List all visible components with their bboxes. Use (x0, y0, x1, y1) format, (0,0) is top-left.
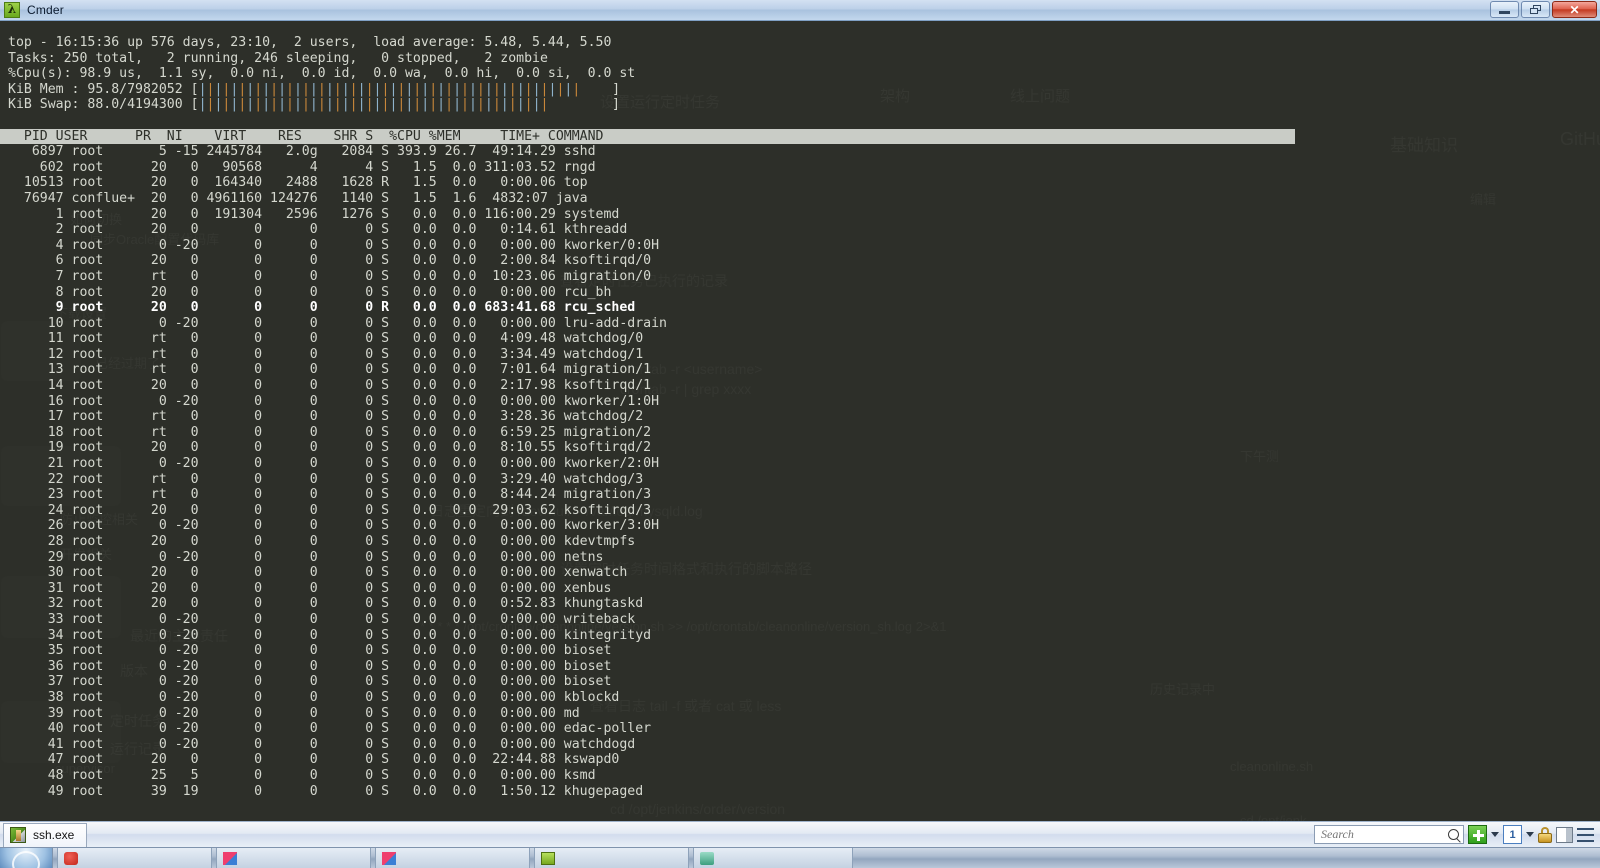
table-row: 30 root 20 0 0 0 0 S 0.0 0.0 0:00.00 xen… (8, 565, 628, 581)
terminal-text: top - 16:15:36 up 576 days, 23:10, 2 use… (0, 21, 1600, 799)
table-row: 19 root 20 0 0 0 0 S 0.0 0.0 8:10.55 kso… (8, 440, 652, 456)
app-green-icon (541, 851, 555, 865)
app-pink-icon (382, 851, 396, 865)
table-row: 28 root 20 0 0 0 0 S 0.0 0.0 0:00.00 kde… (8, 534, 636, 549)
minimize-button[interactable] (1490, 1, 1519, 18)
taskbar-item[interactable] (216, 848, 371, 868)
app-red-icon (64, 851, 78, 865)
hamburger-menu-icon[interactable] (1577, 827, 1594, 842)
table-row: 36 root 0 -20 0 0 0 S 0.0 0.0 0:00.00 bi… (8, 658, 612, 674)
table-row: 8 root 20 0 0 0 0 S 0.0 0.0 0:00.00 rcu_… (8, 284, 612, 300)
top-summary-line-3: %Cpu(s): 98.9 us, 1.1 sy, 0.0 ni, 0.0 id… (8, 66, 636, 82)
table-row: 35 root 0 -20 0 0 0 S 0.0 0.0 0:00.00 bi… (8, 643, 612, 659)
table-row: 7 root rt 0 0 0 0 S 0.0 0.0 10:23.06 mig… (8, 268, 652, 284)
table-row: 29 root 0 -20 0 0 0 S 0.0 0.0 0:00.00 ne… (8, 549, 604, 565)
cmder-window: λ Cmder ✕ 设置运行定时任务架构线上问题基础知识GitHub查看定时任务… (0, 0, 1600, 868)
terminal-icon (10, 827, 26, 843)
table-row: 18 root rt 0 0 0 0 S 0.0 0.0 6:59.25 mig… (8, 424, 652, 440)
table-row: 47 root 20 0 0 0 0 S 0.0 0.0 22:44.88 ks… (8, 752, 620, 768)
console-tab-ssh[interactable]: ssh.exe (3, 822, 88, 847)
new-console-chevron-down-icon[interactable] (1491, 832, 1499, 837)
process-table-header: PID USER PR NI VIRT RES SHR S %CPU %MEM … (0, 128, 1295, 145)
table-row: 21 root 0 -20 0 0 0 S 0.0 0.0 0:00.00 kw… (8, 456, 660, 472)
table-row: 34 root 0 -20 0 0 0 S 0.0 0.0 0:00.00 ki… (8, 627, 652, 643)
taskbar-item[interactable] (375, 848, 530, 868)
table-row: 22 root rt 0 0 0 0 S 0.0 0.0 3:29.40 wat… (8, 471, 644, 487)
lock-icon[interactable] (1538, 826, 1552, 843)
app-pink-icon (223, 851, 237, 865)
table-row: 33 root 0 -20 0 0 0 S 0.0 0.0 0:00.00 wr… (8, 611, 636, 627)
terminal-surface[interactable]: 设置运行定时任务架构线上问题基础知识GitHub查看定时任务已执行的记录cron… (0, 21, 1600, 821)
new-console-button[interactable] (1468, 825, 1487, 844)
table-row: 17 root rt 0 0 0 0 S 0.0 0.0 3:28.36 wat… (8, 409, 644, 425)
windows-taskbar (0, 847, 1600, 868)
table-row: 40 root 0 -20 0 0 0 S 0.0 0.0 0:00.00 ed… (8, 721, 652, 737)
table-row: 602 root 20 0 90568 4 4 S 1.5 0.0 311:03… (8, 159, 596, 175)
table-row: 10 root 0 -20 0 0 0 S 0.0 0.0 0:00.00 lr… (8, 315, 667, 331)
table-row: 48 root 25 5 0 0 0 S 0.0 0.0 0:00.00 ksm… (8, 767, 596, 783)
table-row: 24 root 20 0 0 0 0 S 0.0 0.0 29:03.62 ks… (8, 502, 652, 518)
top-summary-line-2: Tasks: 250 total, 2 running, 246 sleepin… (8, 50, 548, 66)
table-row: 6897 root 5 -15 2445784 2.0g 2084 S 393.… (8, 144, 596, 160)
table-row: 49 root 39 19 0 0 0 S 0.0 0.0 1:50.12 kh… (8, 783, 644, 799)
window-controls: ✕ (1490, 1, 1597, 18)
restore-icon (1529, 4, 1542, 15)
table-row: 41 root 0 -20 0 0 0 S 0.0 0.0 0:00.00 wa… (8, 736, 636, 752)
start-orb-icon[interactable] (0, 848, 53, 868)
table-row: 38 root 0 -20 0 0 0 S 0.0 0.0 0:00.00 kb… (8, 689, 620, 705)
table-row: 37 root 0 -20 0 0 0 S 0.0 0.0 0:00.00 bi… (8, 674, 612, 690)
app-teal-icon (700, 851, 714, 865)
top-summary-line-1: top - 16:15:36 up 576 days, 23:10, 2 use… (8, 35, 612, 50)
table-row: 12 root rt 0 0 0 0 S 0.0 0.0 3:34.49 wat… (8, 346, 644, 362)
table-row: 10513 root 20 0 164340 2488 1628 R 1.5 0… (8, 175, 588, 191)
window-title: Cmder (27, 3, 65, 17)
table-row: 76947 conflue+ 20 0 4961160 124276 1140 … (8, 190, 588, 206)
table-row: 16 root 0 -20 0 0 0 S 0.0 0.0 0:00.00 kw… (8, 393, 660, 409)
search-box[interactable] (1314, 825, 1464, 844)
table-row: 4 root 0 -20 0 0 0 S 0.0 0.0 0:00.00 kwo… (8, 237, 660, 253)
minimize-icon (1499, 11, 1510, 14)
ghost-artifact-text: cd /opt/jenkins/order/version (610, 801, 786, 817)
taskbar-item[interactable] (693, 848, 853, 868)
table-row: 23 root rt 0 0 0 0 S 0.0 0.0 8:44.24 mig… (8, 487, 652, 503)
table-row: 39 root 0 -20 0 0 0 S 0.0 0.0 0:00.00 md (8, 705, 580, 721)
table-row: 32 root 20 0 0 0 0 S 0.0 0.0 0:52.83 khu… (8, 596, 644, 612)
console-tab-label: ssh.exe (33, 828, 75, 842)
ghost-artifact-text: cd /opt/jenk (1240, 813, 1307, 821)
memory-meter-line-1: KiB Mem : 95.8/7982052 [||||||||||||||||… (8, 81, 621, 97)
console-list-chevron-down-icon[interactable] (1526, 832, 1534, 837)
lambda-icon: λ (4, 2, 20, 18)
restore-button[interactable] (1521, 1, 1550, 18)
table-row: 1 root 20 0 191304 2596 1276 S 0.0 0.0 1… (8, 206, 620, 222)
memory-meter-line-2: KiB Swap: 88.0/4194300 [||||||||||||||||… (8, 97, 620, 113)
taskbar-item[interactable] (534, 848, 689, 868)
table-row: 13 root rt 0 0 0 0 S 0.0 0.0 7:01.64 mig… (8, 362, 652, 378)
window-icon[interactable] (1556, 826, 1573, 843)
console-count-button[interactable]: 1 (1503, 825, 1522, 844)
cmder-statusbar: ssh.exe 1 (0, 821, 1600, 847)
search-input[interactable] (1319, 826, 1451, 843)
table-row: 6 root 20 0 0 0 0 S 0.0 0.0 2:00.84 ksof… (8, 253, 652, 269)
table-row: 9 root 20 0 0 0 0 R 0.0 0.0 683:41.68 rc… (8, 300, 636, 316)
close-button[interactable]: ✕ (1552, 1, 1597, 18)
window-titlebar[interactable]: λ Cmder ✕ (0, 0, 1600, 21)
search-icon (1448, 829, 1459, 840)
table-row: 11 root rt 0 0 0 0 S 0.0 0.0 4:09.48 wat… (8, 331, 644, 347)
statusbar-controls: 1 (1314, 825, 1600, 844)
table-row: 31 root 20 0 0 0 0 S 0.0 0.0 0:00.00 xen… (8, 580, 612, 596)
table-row: 2 root 20 0 0 0 0 S 0.0 0.0 0:14.61 kthr… (8, 222, 628, 238)
table-row: 14 root 20 0 0 0 0 S 0.0 0.0 2:17.98 kso… (8, 378, 652, 394)
taskbar-item[interactable] (57, 848, 212, 868)
table-row: 26 root 0 -20 0 0 0 S 0.0 0.0 0:00.00 kw… (8, 518, 660, 534)
